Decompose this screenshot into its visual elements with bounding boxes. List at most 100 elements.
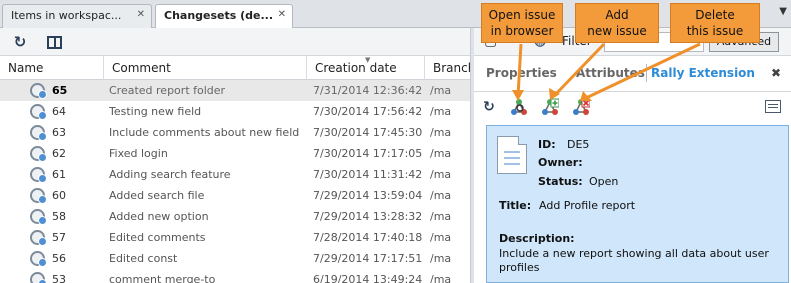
close-icon[interactable]: ✖ <box>771 66 781 80</box>
changeset-id: 63 <box>52 126 66 139</box>
tab-items-in-workspace[interactable]: Items in workspac... ✕ <box>2 4 152 28</box>
changeset-branch: /ma <box>430 210 452 223</box>
changeset-branch: /ma <box>430 189 452 202</box>
issue-owner-label: Owner: <box>538 156 583 169</box>
tab-properties[interactable]: Properties <box>486 66 557 80</box>
changeset-id: 53 <box>52 273 66 283</box>
changeset-icon <box>30 209 47 225</box>
changeset-date: 7/30/2014 17:56:42 <box>313 105 423 118</box>
table-row[interactable]: 56 Edited const 7/29/2014 17:17:51/ma <box>0 248 470 269</box>
changeset-date: 7/29/2014 13:59:04 <box>313 189 423 202</box>
chevron-down-icon[interactable]: ▼ <box>779 6 787 17</box>
changeset-id: 61 <box>52 168 66 181</box>
changeset-date: 7/31/2014 12:36:42 <box>313 84 423 97</box>
changeset-branch: /ma <box>430 105 452 118</box>
callout-add-issue: Add new issue <box>575 3 659 43</box>
changeset-id: 57 <box>52 231 66 244</box>
changeset-comment: Edited comments <box>109 231 206 244</box>
issue-id-label: ID: <box>538 138 556 151</box>
changesets-table: Name Comment Creation date ▼ Branch 65 Cr… <box>0 56 470 283</box>
table-row[interactable]: 57 Edited comments 7/28/2014 17:40:18/ma <box>0 227 470 248</box>
changeset-icon <box>30 146 47 162</box>
toggle-panel-icon[interactable] <box>45 33 63 51</box>
changeset-id: 56 <box>52 252 66 265</box>
callout-line: in browser <box>490 24 554 38</box>
issue-card[interactable]: ID: DE5 Owner: Status: Open Title: Add P… <box>486 125 789 283</box>
column-header-name[interactable]: Name <box>0 56 104 80</box>
table-row[interactable]: 65 Created report folder 7/31/2014 12:36:4… <box>0 80 470 101</box>
table-row[interactable]: 53 comment merge-to 6/19/2014 13:49:24/ma <box>0 269 470 283</box>
issue-id-value: DE5 <box>567 138 590 151</box>
panel-tabs: Properties Attributes Rally Extension ✖ <box>474 56 791 92</box>
changeset-comment: Include comments about new field <box>109 126 300 139</box>
changeset-branch: /ma <box>430 273 452 283</box>
changeset-comment: Added search file <box>109 189 205 202</box>
close-icon[interactable]: ✕ <box>137 9 145 20</box>
issue-status-value: Open <box>589 175 619 188</box>
tab-attributes[interactable]: Attributes <box>576 66 645 80</box>
changeset-comment: Created report folder <box>109 84 226 97</box>
changeset-icon <box>30 125 47 141</box>
table-row[interactable]: 64 Testing new field 7/30/2014 17:56:42/ma <box>0 101 470 122</box>
changeset-date: 7/30/2014 17:17:05 <box>313 147 423 160</box>
callout-line: new issue <box>587 24 647 38</box>
table-row[interactable]: 60 Added search file 7/29/2014 13:59:04/ma <box>0 185 470 206</box>
refresh-icon[interactable]: ↻ <box>11 33 29 51</box>
refresh-icon[interactable]: ↻ <box>480 98 498 116</box>
changeset-id: 62 <box>52 147 66 160</box>
changeset-date: 7/29/2014 13:28:32 <box>313 210 423 223</box>
changesets-toolbar: ↻ <box>0 28 470 56</box>
changeset-branch: /ma <box>430 252 452 265</box>
changeset-icon <box>30 230 47 246</box>
changeset-id: 60 <box>52 189 66 202</box>
issue-title-value: Add Profile report <box>539 199 636 212</box>
column-header-branch[interactable]: Branch <box>425 56 470 80</box>
changeset-id: 65 <box>52 84 68 97</box>
list-view-icon[interactable] <box>765 100 781 113</box>
close-icon[interactable]: ✕ <box>278 9 286 20</box>
table-row[interactable]: 63 Include comments about new field 7/30/2… <box>0 122 470 143</box>
open-issue-in-browser-icon[interactable] <box>510 98 528 116</box>
tab-label: Changesets (de... <box>164 9 274 22</box>
changeset-branch: /ma <box>430 126 452 139</box>
changeset-date: 7/29/2014 17:17:51 <box>313 252 423 265</box>
table-row[interactable]: 61 Adding search feature 7/30/2014 11:31:4… <box>0 164 470 185</box>
table-row[interactable]: 58 Added new option 7/29/2014 13:28:32/ma <box>0 206 470 227</box>
changeset-id: 64 <box>52 105 66 118</box>
changeset-branch: /ma <box>430 84 452 97</box>
changeset-date: 6/19/2014 13:49:24 <box>313 273 423 283</box>
issue-description-value: Include a new report showing all data ab… <box>499 247 769 274</box>
changeset-date: 7/28/2014 17:40:18 <box>313 231 423 244</box>
table-header: Name Comment Creation date ▼ Branch <box>0 56 470 80</box>
changeset-comment: comment merge-to <box>109 273 216 283</box>
table-row[interactable]: 62 Fixed login 7/30/2014 17:17:05/ma <box>0 143 470 164</box>
changeset-date: 7/30/2014 11:31:42 <box>313 168 423 181</box>
rally-toolbar: ↻ <box>474 92 791 122</box>
issue-description-label: Description: <box>499 232 575 245</box>
changeset-id: 58 <box>52 210 66 223</box>
changeset-comment: Adding search feature <box>109 168 231 181</box>
callout-delete-issue: Delete this issue <box>670 3 760 43</box>
changeset-branch: /ma <box>430 168 452 181</box>
callout-open-issue: Open issue in browser <box>481 3 563 43</box>
changeset-comment: Edited const <box>109 252 178 265</box>
tab-rally-extension[interactable]: Rally Extension <box>651 66 755 80</box>
details-panel: ▢ ◍ Filter Advanced Properties Attribute… <box>474 28 791 283</box>
table-body: 65 Created report folder 7/31/2014 12:36:4… <box>0 80 470 283</box>
column-header-comment[interactable]: Comment <box>104 56 307 80</box>
callout-line: Delete <box>695 8 735 22</box>
delete-issue-icon[interactable] <box>572 98 591 116</box>
changeset-icon <box>30 188 47 204</box>
tab-label: Items in workspac... <box>11 9 122 22</box>
changeset-icon <box>30 83 47 99</box>
tab-changesets[interactable]: Changesets (de... ✕ <box>155 4 293 29</box>
issue-status-label: Status: <box>538 175 583 188</box>
changeset-branch: /ma <box>430 231 452 244</box>
changeset-comment: Testing new field <box>109 105 202 118</box>
callout-line: this issue <box>686 24 744 38</box>
add-new-issue-icon[interactable] <box>541 98 560 116</box>
changeset-icon <box>30 104 47 120</box>
changeset-branch: /ma <box>430 147 452 160</box>
tab-separator <box>646 64 647 82</box>
changeset-icon <box>30 167 47 183</box>
